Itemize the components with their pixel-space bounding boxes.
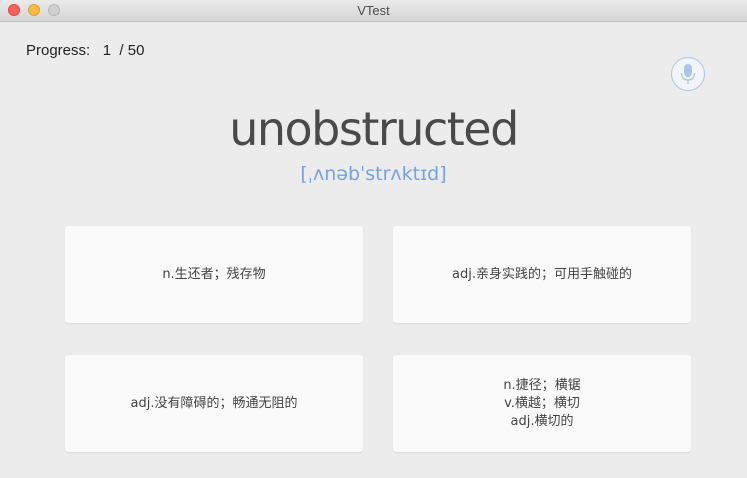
progress-label: Progress: bbox=[26, 42, 91, 59]
progress-current: 1 bbox=[102, 42, 112, 59]
pronounce-button[interactable] bbox=[671, 57, 705, 91]
phonetic-transcription[interactable]: [ˌʌnəbˈstrʌktɪd] bbox=[0, 162, 747, 186]
progress-indicator: Progress: 1 / 50 bbox=[26, 42, 144, 59]
progress-total: 50 bbox=[127, 42, 145, 59]
progress-separator: / bbox=[119, 42, 124, 59]
answer-option-1[interactable]: n.生还者；残存物 bbox=[65, 226, 363, 323]
answer-option-3[interactable]: adj.没有障碍的；畅通无阻的 bbox=[65, 355, 363, 452]
answer-option-text: n.生还者；残存物 bbox=[162, 266, 266, 282]
answer-option-text: adj.没有障碍的；畅通无阻的 bbox=[130, 395, 298, 411]
vocabulary-word: unobstructed bbox=[229, 102, 519, 156]
answer-option-text: n.捷径；横锯 v.横越；横切 adj.横切的 bbox=[503, 377, 581, 429]
answer-option-4[interactable]: n.捷径；横锯 v.横越；横切 adj.横切的 bbox=[393, 355, 691, 452]
app-window: VTest Progress: 1 / 50 unobstructed [ˌʌn… bbox=[0, 0, 747, 478]
answer-option-text: adj.亲身实践的；可用手触碰的 bbox=[452, 266, 632, 282]
title-bar: VTest bbox=[0, 0, 747, 22]
microphone-icon bbox=[680, 64, 696, 84]
answer-option-2[interactable]: adj.亲身实践的；可用手触碰的 bbox=[393, 226, 691, 323]
window-title: VTest bbox=[357, 3, 390, 18]
